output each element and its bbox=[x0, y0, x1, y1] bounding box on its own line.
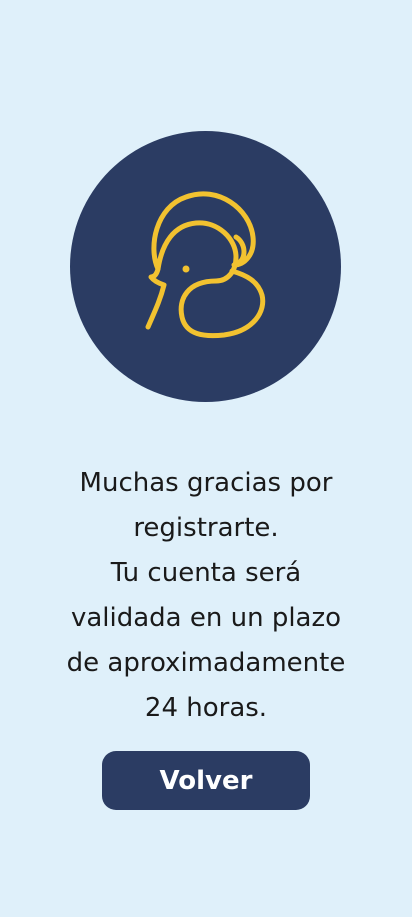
message-line: validada en un plazo bbox=[70, 603, 342, 633]
message-line: Tu cuenta será bbox=[110, 558, 302, 588]
elephant-logo-icon bbox=[145, 191, 266, 339]
message-line: registrarte. bbox=[133, 513, 279, 543]
confirmation-message: Muchas gracias por registrarte. Tu cuent… bbox=[20, 461, 392, 731]
message-line: 24 horas. bbox=[144, 693, 268, 723]
back-button[interactable]: Volver bbox=[102, 751, 310, 810]
message-line: Muchas gracias por bbox=[79, 468, 333, 498]
logo bbox=[70, 131, 341, 402]
message-line: de aproximadamente bbox=[66, 648, 346, 678]
